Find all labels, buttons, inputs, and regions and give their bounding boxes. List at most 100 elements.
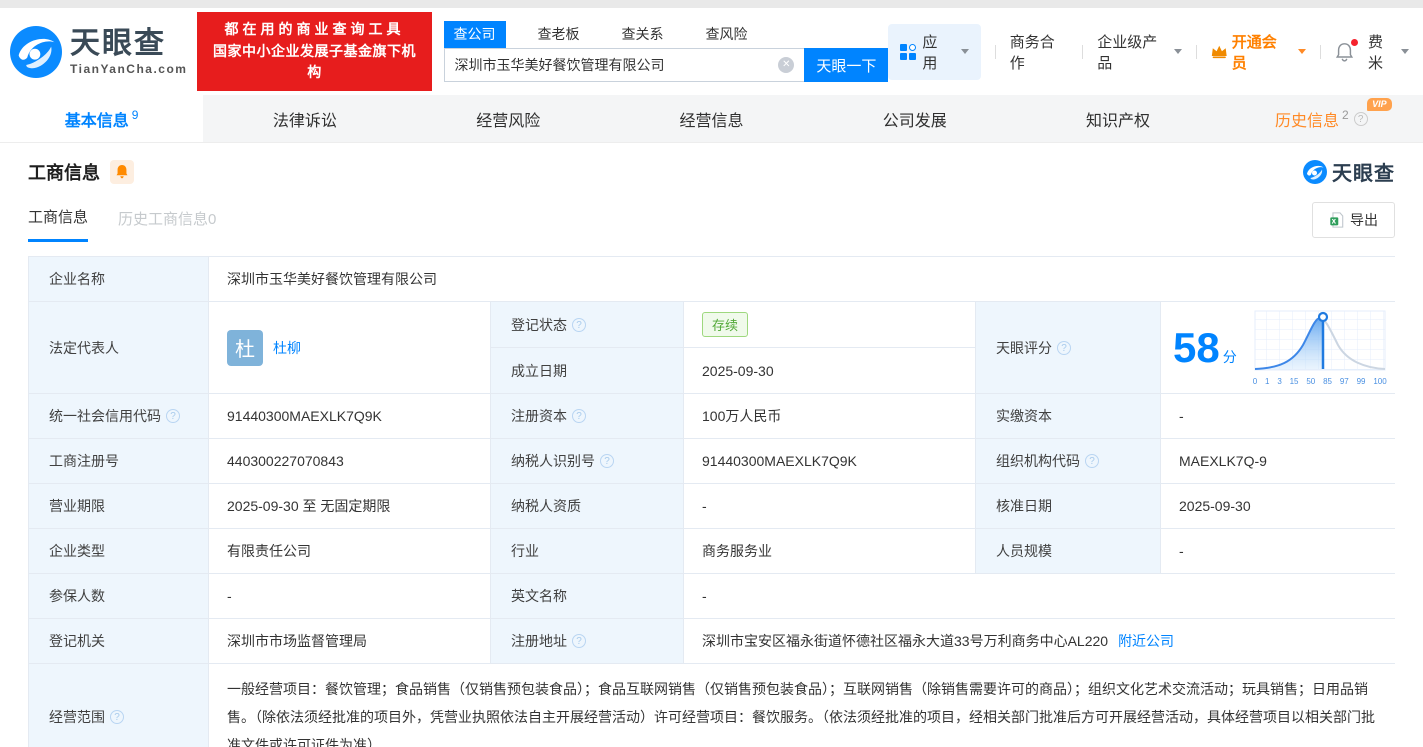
enterprise-products-menu[interactable]: 企业级产品 — [1097, 31, 1183, 73]
divider — [1196, 44, 1198, 59]
subtab-bar: 工商信息 历史工商信息0 导出 — [28, 202, 1395, 246]
top-strip — [0, 0, 1423, 8]
vip-upgrade-label: 开通会员 — [1231, 33, 1277, 72]
search-box: 查公司 查老板 查关系 查风险 天眼一下 — [443, 21, 889, 82]
status-badge: 存续 — [702, 312, 749, 337]
field-value-staff-size: - — [1161, 529, 1397, 573]
field-value-paid-capital: - — [1161, 394, 1397, 438]
field-value-reg-capital: 100万人民币 — [684, 394, 975, 438]
field-value-reg-status: 存续 — [684, 302, 975, 347]
search-tab-company[interactable]: 查公司 — [443, 21, 506, 48]
chevron-down-icon — [960, 49, 969, 54]
field-label-business-scope: 经营范围 — [29, 664, 208, 747]
subscribe-bell-button[interactable] — [110, 159, 134, 184]
field-value-reg-number: 440300227070843 — [209, 439, 490, 483]
field-label-reg-capital: 注册资本 — [491, 394, 683, 438]
username: 费米 — [1368, 33, 1384, 72]
notifications-button[interactable] — [1335, 38, 1358, 62]
field-value-industry: 商务服务业 — [684, 529, 975, 573]
legal-rep-link[interactable]: 杜柳 — [273, 338, 301, 358]
tab-legal-litigation[interactable]: 法律诉讼 — [203, 95, 406, 142]
notification-dot — [1351, 38, 1358, 46]
page-header: 天眼查 TianYanCha.com 都在用的商业查询工具 国家中小企业发展子基… — [0, 8, 1423, 95]
field-label-approval-date: 核准日期 — [976, 484, 1160, 528]
field-value-establish-date: 2025-09-30 — [684, 348, 975, 393]
field-value-english-name: - — [684, 574, 1397, 618]
nearby-companies-link[interactable]: 附近公司 — [1118, 631, 1174, 651]
field-label-english-name: 英文名称 — [491, 574, 683, 618]
help-icon[interactable] — [600, 454, 614, 468]
score-axis-labels: 0 1 3 15 50 85 97 99 100 — [1252, 377, 1387, 386]
help-icon[interactable] — [1057, 340, 1071, 355]
field-label-org-code: 组织机构代码 — [976, 439, 1160, 483]
tab-history-info[interactable]: VIP 历史信息 2 — [1220, 95, 1423, 142]
field-label-tianyan-score: 天眼评分 — [976, 302, 1160, 393]
help-icon[interactable] — [166, 409, 180, 423]
tab-intellectual-property[interactable]: 知识产权 — [1016, 95, 1219, 142]
watermark-text: 天眼查 — [1332, 163, 1395, 185]
divider — [1320, 44, 1321, 59]
tab-basic-info[interactable]: 基本信息 9 — [0, 95, 204, 142]
tab-company-development[interactable]: 公司发展 — [813, 95, 1016, 142]
bell-icon — [116, 165, 128, 179]
brand-domain: TianYanCha.com — [70, 61, 188, 76]
field-label-business-term: 营业期限 — [29, 484, 208, 528]
tianyancha-logo[interactable]: 天眼查 TianYanCha.com — [10, 25, 188, 78]
apps-grid-icon — [900, 43, 917, 60]
field-value-insured-count: - — [209, 574, 490, 618]
search-tab-relation[interactable]: 查关系 — [612, 21, 674, 48]
main-content: 工商信息 天眼查 工商信息 历史工商信息0 导出 企业名称 深圳市玉华美好餐饮管… — [0, 143, 1423, 747]
enterprise-products-label: 企业级产品 — [1097, 33, 1158, 72]
vip-upgrade-menu[interactable]: 开通会员 — [1211, 31, 1307, 73]
field-label-company-type: 企业类型 — [29, 529, 208, 573]
help-icon[interactable] — [572, 634, 586, 648]
field-label-reg-status: 登记状态 — [491, 302, 683, 347]
tab-count: 2 — [1341, 107, 1349, 122]
field-label-reg-address: 注册地址 — [491, 619, 683, 663]
score-unit: 分 — [1222, 348, 1237, 365]
help-icon[interactable] — [110, 710, 124, 724]
search-tabs: 查公司 查老板 查关系 查风险 — [443, 21, 889, 48]
section-title: 工商信息 — [28, 162, 100, 183]
apps-menu[interactable]: 应用 — [888, 23, 981, 80]
field-value-approval-date: 2025-09-30 — [1161, 484, 1397, 528]
watermark-logo: 天眼查 — [1303, 157, 1395, 186]
field-label-reg-number: 工商注册号 — [29, 439, 208, 483]
field-value-credit-code: 91440300MAEXLK7Q9K — [209, 394, 490, 438]
export-button[interactable]: 导出 — [1312, 202, 1395, 238]
user-menu[interactable]: 费米 — [1368, 31, 1410, 73]
company-nav-tabs: 基本信息 9 法律诉讼 经营风险 经营信息 公司发展 知识产权 VIP 历史信息… — [0, 95, 1423, 143]
field-label-establish-date: 成立日期 — [491, 348, 683, 393]
legal-rep-avatar[interactable]: 杜 — [227, 329, 263, 366]
tab-operation-risk[interactable]: 经营风险 — [407, 95, 610, 142]
field-label-staff-size: 人员规模 — [976, 529, 1160, 573]
score-distribution-chart: 0 1 3 15 50 85 97 99 100 — [1253, 309, 1387, 386]
help-icon[interactable] — [1353, 111, 1368, 126]
section-header: 工商信息 天眼查 — [28, 157, 1395, 186]
subtab-history-business-info[interactable]: 历史工商信息0 — [118, 208, 216, 241]
tab-label: 经营风险 — [476, 112, 541, 130]
tab-label: 经营信息 — [679, 112, 744, 130]
divider — [994, 44, 996, 59]
field-value-taxpayer-id: 91440300MAEXLK7Q9K — [684, 439, 975, 483]
search-tab-risk[interactable]: 查风险 — [696, 21, 758, 48]
field-label-paid-capital: 实缴资本 — [976, 394, 1160, 438]
search-input[interactable] — [443, 48, 805, 82]
search-button[interactable]: 天眼一下 — [804, 48, 889, 82]
help-icon[interactable] — [572, 409, 586, 423]
field-value-business-term: 2025-09-30 至 无固定期限 — [209, 484, 490, 528]
tab-operation-info[interactable]: 经营信息 — [610, 95, 813, 142]
vip-badge: VIP — [1367, 98, 1392, 111]
field-label-reg-authority: 登记机关 — [29, 619, 208, 663]
field-value-tianyan-score[interactable]: 58 分 0 1 3 15 50 85 97 99 100 — [1161, 302, 1397, 393]
help-icon[interactable] — [572, 317, 586, 332]
help-icon[interactable] — [1085, 454, 1099, 468]
field-value-legal-rep: 杜 杜柳 — [209, 302, 490, 393]
business-info-table: 企业名称 深圳市玉华美好餐饮管理有限公司 法定代表人 杜 杜柳 登记状态 存续 … — [28, 256, 1397, 747]
subtab-business-info[interactable]: 工商信息 — [28, 206, 89, 242]
cooperation-link[interactable]: 商务合作 — [1010, 31, 1069, 73]
field-value-reg-authority: 深圳市市场监督管理局 — [209, 619, 490, 663]
search-tab-boss[interactable]: 查老板 — [528, 21, 590, 48]
export-label: 导出 — [1350, 212, 1378, 228]
excel-icon — [1330, 212, 1344, 228]
